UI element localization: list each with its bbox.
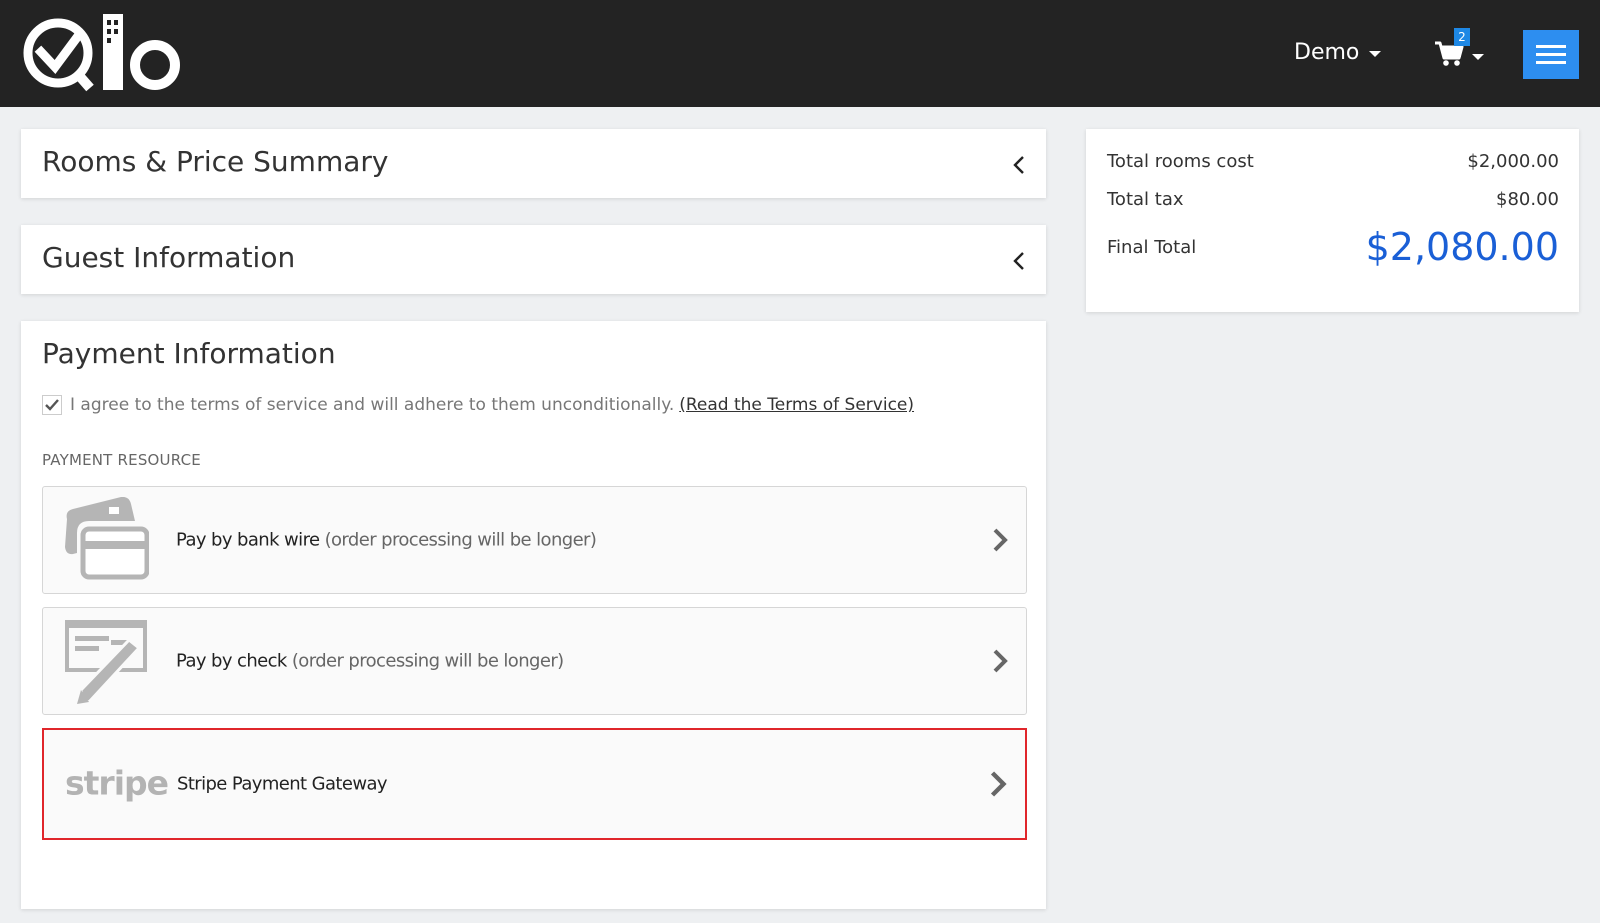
check-pen-icon bbox=[65, 620, 147, 704]
summary-label: Total tax bbox=[1107, 189, 1184, 210]
bank-wire-label: Pay by bank wire (order processing will … bbox=[176, 529, 597, 551]
check-label: Pay by check (order processing will be l… bbox=[176, 651, 564, 672]
rooms-summary-title: Rooms & Price Summary bbox=[42, 145, 389, 178]
chevron-right-icon bbox=[990, 771, 1007, 797]
terms-text: I agree to the terms of service and will… bbox=[70, 395, 675, 415]
summary-value: $80.00 bbox=[1496, 189, 1559, 210]
option-name: Pay by bank wire bbox=[176, 529, 320, 551]
chevron-down-icon bbox=[1472, 54, 1484, 60]
user-name: Demo bbox=[1294, 40, 1360, 65]
user-menu[interactable]: Demo bbox=[1294, 40, 1382, 65]
stripe-label: Stripe Payment Gateway bbox=[177, 773, 388, 795]
chevron-left-icon[interactable] bbox=[1008, 153, 1032, 177]
cart-count-badge: 2 bbox=[1454, 28, 1470, 46]
top-navbar: Demo 2 bbox=[0, 0, 1600, 107]
qlo-logo[interactable] bbox=[18, 14, 188, 96]
rooms-summary-panel[interactable]: Rooms & Price Summary bbox=[21, 129, 1046, 198]
pay-by-bank-wire-option[interactable]: Pay by bank wire (order processing will … bbox=[42, 486, 1027, 594]
option-name: Pay by check bbox=[176, 650, 287, 672]
hamburger-line bbox=[1536, 61, 1566, 64]
final-total-row: Final Total $2,080.00 bbox=[1107, 225, 1559, 269]
chevron-down-icon bbox=[1369, 51, 1382, 57]
total-tax-row: Total tax $80.00 bbox=[1107, 189, 1559, 210]
payment-info-title: Payment Information bbox=[42, 337, 336, 370]
terms-row: I agree to the terms of service and will… bbox=[42, 395, 914, 415]
checkmark-icon bbox=[45, 399, 59, 411]
payment-resource-label: PAYMENT RESOURCE bbox=[42, 451, 201, 469]
option-note: (order processing will be longer) bbox=[291, 650, 564, 672]
summary-label: Total rooms cost bbox=[1107, 151, 1254, 172]
chevron-right-icon bbox=[993, 528, 1008, 552]
pay-by-check-option[interactable]: Pay by check (order processing will be l… bbox=[42, 607, 1027, 715]
hamburger-line bbox=[1536, 53, 1566, 56]
total-rooms-cost-row: Total rooms cost $2,000.00 bbox=[1107, 151, 1559, 172]
hamburger-line bbox=[1536, 45, 1566, 48]
terms-checkbox[interactable] bbox=[42, 395, 62, 415]
option-name: Stripe Payment Gateway bbox=[177, 773, 388, 795]
summary-label: Final Total bbox=[1107, 236, 1197, 258]
payment-info-panel: Payment Information I agree to the terms… bbox=[21, 321, 1046, 909]
guest-info-title: Guest Information bbox=[42, 241, 296, 274]
option-note: (order processing will be longer) bbox=[324, 529, 597, 551]
cart-button[interactable]: 2 bbox=[1434, 28, 1484, 72]
summary-value: $2,000.00 bbox=[1467, 151, 1559, 172]
order-summary-card: Total rooms cost $2,000.00 Total tax $80… bbox=[1086, 129, 1579, 312]
hamburger-menu-button[interactable] bbox=[1523, 30, 1579, 79]
bank-wire-card-icon bbox=[65, 497, 149, 580]
terms-of-service-link[interactable]: (Read the Terms of Service) bbox=[679, 395, 914, 415]
guest-info-panel[interactable]: Guest Information bbox=[21, 225, 1046, 294]
stripe-payment-option[interactable]: stripe Stripe Payment Gateway bbox=[42, 728, 1027, 840]
chevron-right-icon bbox=[993, 649, 1008, 673]
chevron-left-icon[interactable] bbox=[1008, 249, 1032, 273]
final-total-value: $2,080.00 bbox=[1365, 225, 1559, 269]
stripe-logo: stripe bbox=[65, 763, 169, 803]
